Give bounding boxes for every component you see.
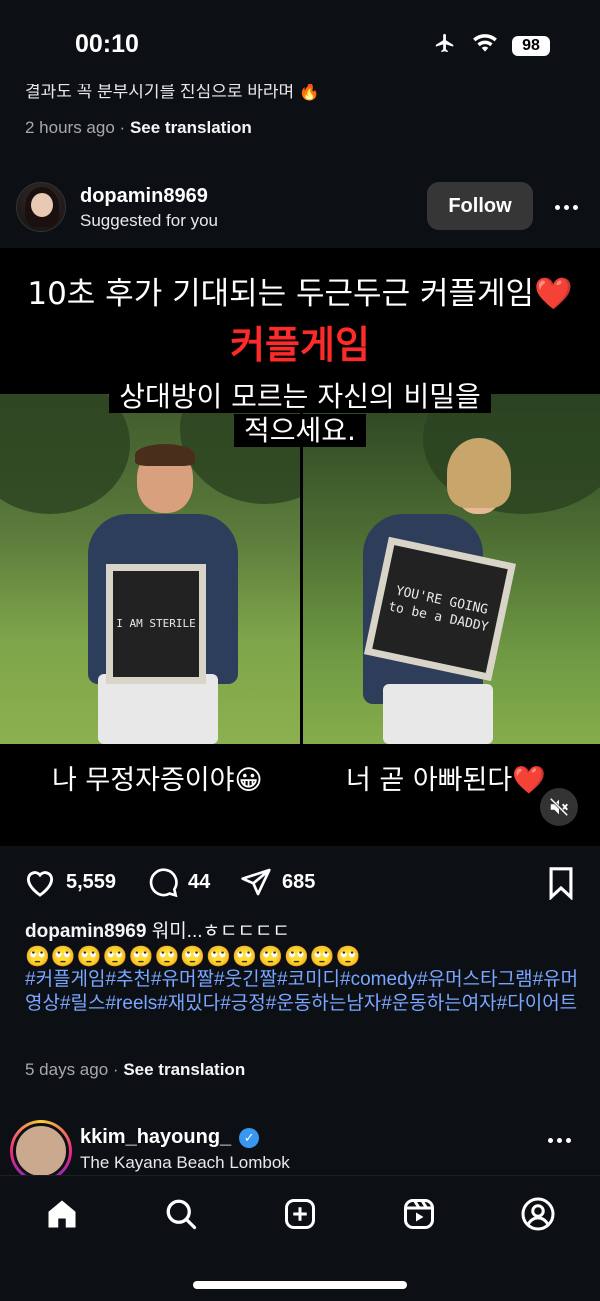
previous-post-time: 2 hours ago xyxy=(25,118,115,137)
comment-action[interactable]: 44 xyxy=(146,866,210,898)
like-action[interactable]: 5,559 xyxy=(22,866,116,898)
avatar[interactable] xyxy=(16,182,66,232)
save-action[interactable] xyxy=(546,866,576,900)
home-indicator xyxy=(193,1281,407,1289)
next-post-username[interactable]: kkim_hayoung_ ✓ xyxy=(80,1126,260,1149)
suggested-label: Suggested for you xyxy=(80,211,218,230)
share-action[interactable]: 685 xyxy=(238,866,315,898)
post-meta: 5 days ago · See translation xyxy=(25,1060,246,1079)
heart-icon xyxy=(26,871,54,897)
verified-icon: ✓ xyxy=(239,1127,260,1148)
previous-post-meta: 2 hours ago · See translation xyxy=(25,118,252,137)
create-icon[interactable] xyxy=(280,1194,320,1234)
caption-emojis: 🙄🙄🙄🙄🙄🙄🙄🙄🙄🙄🙄🙄🙄 xyxy=(25,944,362,968)
profile-icon[interactable] xyxy=(518,1194,558,1234)
reels-icon[interactable] xyxy=(399,1194,439,1234)
media-caption-right: 너 곧 아빠된다❤️ xyxy=(346,765,546,796)
sign-left: I AM STERILE xyxy=(106,564,206,684)
follow-button[interactable]: Follow xyxy=(427,182,533,230)
mute-icon[interactable] xyxy=(540,788,578,826)
post-caption: dopamin8969 워미...ㅎㄷㄷㄷㄷ 🙄🙄🙄🙄🙄🙄🙄🙄🙄🙄🙄🙄🙄 #커플… xyxy=(25,920,580,1016)
caption-username[interactable]: dopamin8969 xyxy=(25,921,146,942)
wifi-icon xyxy=(472,32,498,59)
send-icon xyxy=(241,868,271,896)
post-username[interactable]: dopamin8969 xyxy=(80,185,208,208)
battery-icon: 98 xyxy=(512,35,550,56)
post-time: 5 days ago xyxy=(25,1060,109,1079)
next-post-location[interactable]: The Kayana Beach Lombok xyxy=(80,1153,290,1173)
bookmark-icon xyxy=(549,867,573,900)
status-icons: 98 xyxy=(432,32,550,59)
share-count: 685 xyxy=(282,870,316,893)
more-options-icon[interactable] xyxy=(548,1138,571,1143)
status-bar: 00:10 98 xyxy=(0,0,600,80)
see-translation-link[interactable]: See translation xyxy=(123,1060,245,1079)
post-media[interactable]: 10초 후가 기대되는 두근두근 커플게임❤️ 커플게임 I AM STERIL… xyxy=(0,248,600,846)
airplane-icon xyxy=(432,32,458,59)
avatar[interactable] xyxy=(10,1120,72,1176)
like-count: 5,559 xyxy=(66,870,117,893)
comment-icon xyxy=(149,868,178,898)
post-actions: 5,559 44 685 xyxy=(0,860,600,908)
status-time: 00:10 xyxy=(75,30,139,58)
post-header: dopamin8969 Suggested for you Follow xyxy=(0,176,600,240)
caption-text: 워미...ㅎㄷㄷㄷㄷ xyxy=(151,921,290,942)
media-prompt: 상대방이 모르는 자신의 비밀을 적으세요. xyxy=(0,380,600,448)
next-post-header: kkim_hayoung_ ✓ The Kayana Beach Lombok xyxy=(0,1116,600,1176)
previous-post-caption: 결과도 꼭 분부시기를 진심으로 바라며 🔥 xyxy=(25,84,321,101)
media-caption-left: 나 무정자증이야😀 xyxy=(52,765,263,796)
caption-hashtags[interactable]: #커플게임#추천#유머짤#웃긴짤#코미디#comedy#유머스타그램#유머영상#… xyxy=(25,968,580,1016)
home-icon[interactable] xyxy=(42,1194,82,1234)
media-title: 10초 후가 기대되는 두근두근 커플게임❤️ xyxy=(27,276,573,312)
media-subtitle: 커플게임 xyxy=(230,323,370,367)
search-icon[interactable] xyxy=(161,1194,201,1234)
comment-count: 44 xyxy=(188,870,211,893)
see-translation-link[interactable]: See translation xyxy=(130,118,252,137)
more-options-icon[interactable] xyxy=(548,192,584,222)
